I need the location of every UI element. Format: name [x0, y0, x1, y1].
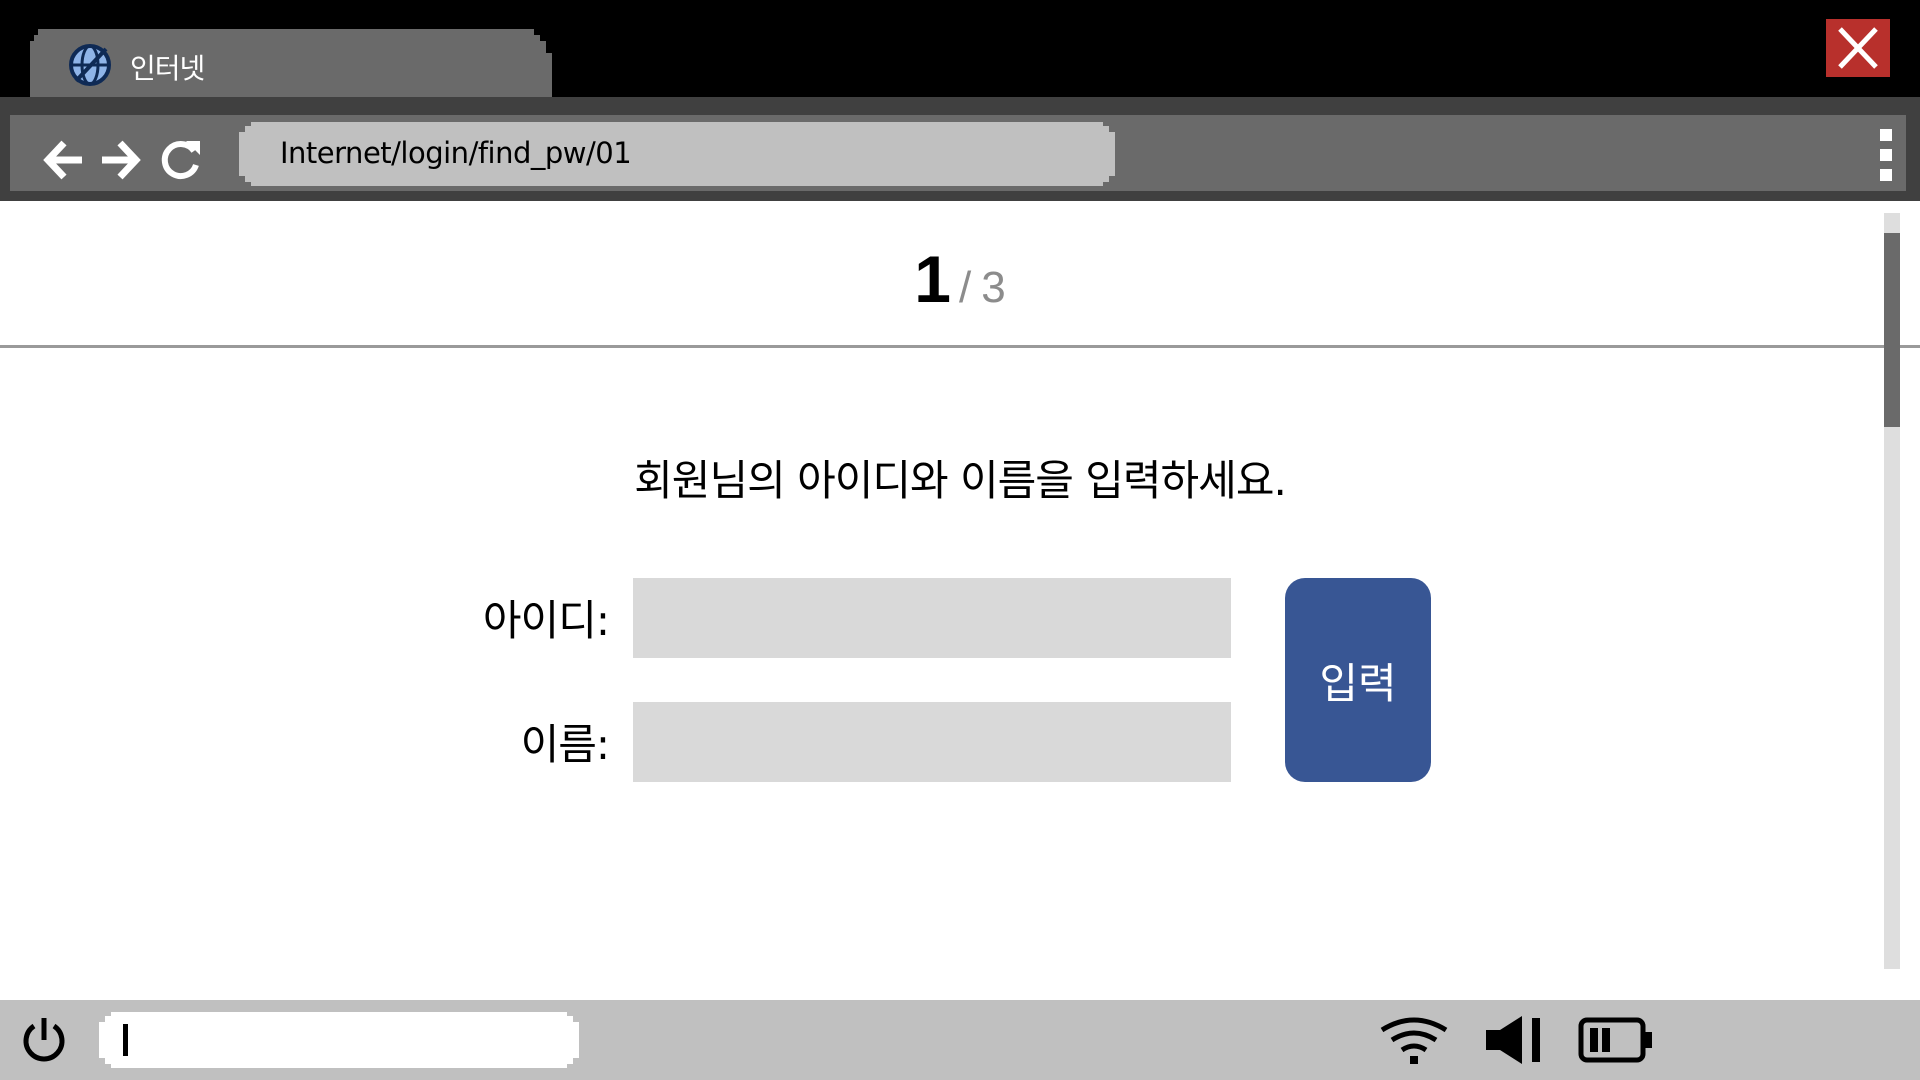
toolbar-inner: Internet/login/find_pw/01: [10, 115, 1906, 191]
scrollbar-thumb[interactable]: [1884, 233, 1900, 427]
title-bar: 인터넷: [0, 0, 1920, 97]
name-input[interactable]: [633, 702, 1231, 782]
scrollbar[interactable]: [1884, 213, 1900, 969]
power-icon[interactable]: [18, 1014, 70, 1066]
address-bar[interactable]: Internet/login/find_pw/01: [239, 122, 1115, 186]
submit-button[interactable]: 입력: [1285, 578, 1431, 782]
name-label: 이름:: [520, 720, 610, 769]
arrow-right-icon[interactable]: [98, 137, 144, 183]
step-indicator: 1/3: [0, 241, 1920, 317]
refresh-icon[interactable]: [158, 137, 204, 183]
menu-dot: [1880, 169, 1892, 181]
step-separator: /: [959, 263, 972, 312]
divider: [0, 345, 1920, 348]
text-caret: [123, 1024, 128, 1056]
more-vertical-icon[interactable]: [1870, 129, 1902, 181]
id-label: 아이디:: [482, 596, 610, 645]
url-text: Internet/login/find_pw/01: [280, 136, 632, 170]
browser-toolbar: Internet/login/find_pw/01: [0, 97, 1920, 201]
step-total: 3: [981, 263, 1006, 312]
close-button[interactable]: [1826, 19, 1890, 77]
volume-icon[interactable]: [1484, 1014, 1546, 1066]
menu-dot: [1880, 149, 1892, 161]
battery-icon[interactable]: [1578, 1014, 1654, 1066]
globe-icon: [69, 44, 111, 86]
browser-tab[interactable]: 인터넷: [30, 29, 552, 97]
wifi-icon[interactable]: [1378, 1014, 1450, 1066]
close-icon: [1838, 27, 1878, 69]
arrow-left-icon[interactable]: [40, 137, 86, 183]
tab-label: 인터넷: [130, 52, 205, 85]
instruction-text: 회원님의 아이디와 이름을 입력하세요.: [634, 456, 1287, 505]
page-content: 1/3 회원님의 아이디와 이름을 입력하세요. 아이디: 이름: 입력: [0, 201, 1920, 1000]
menu-dot: [1880, 129, 1892, 141]
step-current: 1: [914, 242, 951, 316]
id-input[interactable]: [633, 578, 1231, 658]
taskbar: [0, 1000, 1920, 1080]
taskbar-search-input[interactable]: [99, 1012, 579, 1068]
